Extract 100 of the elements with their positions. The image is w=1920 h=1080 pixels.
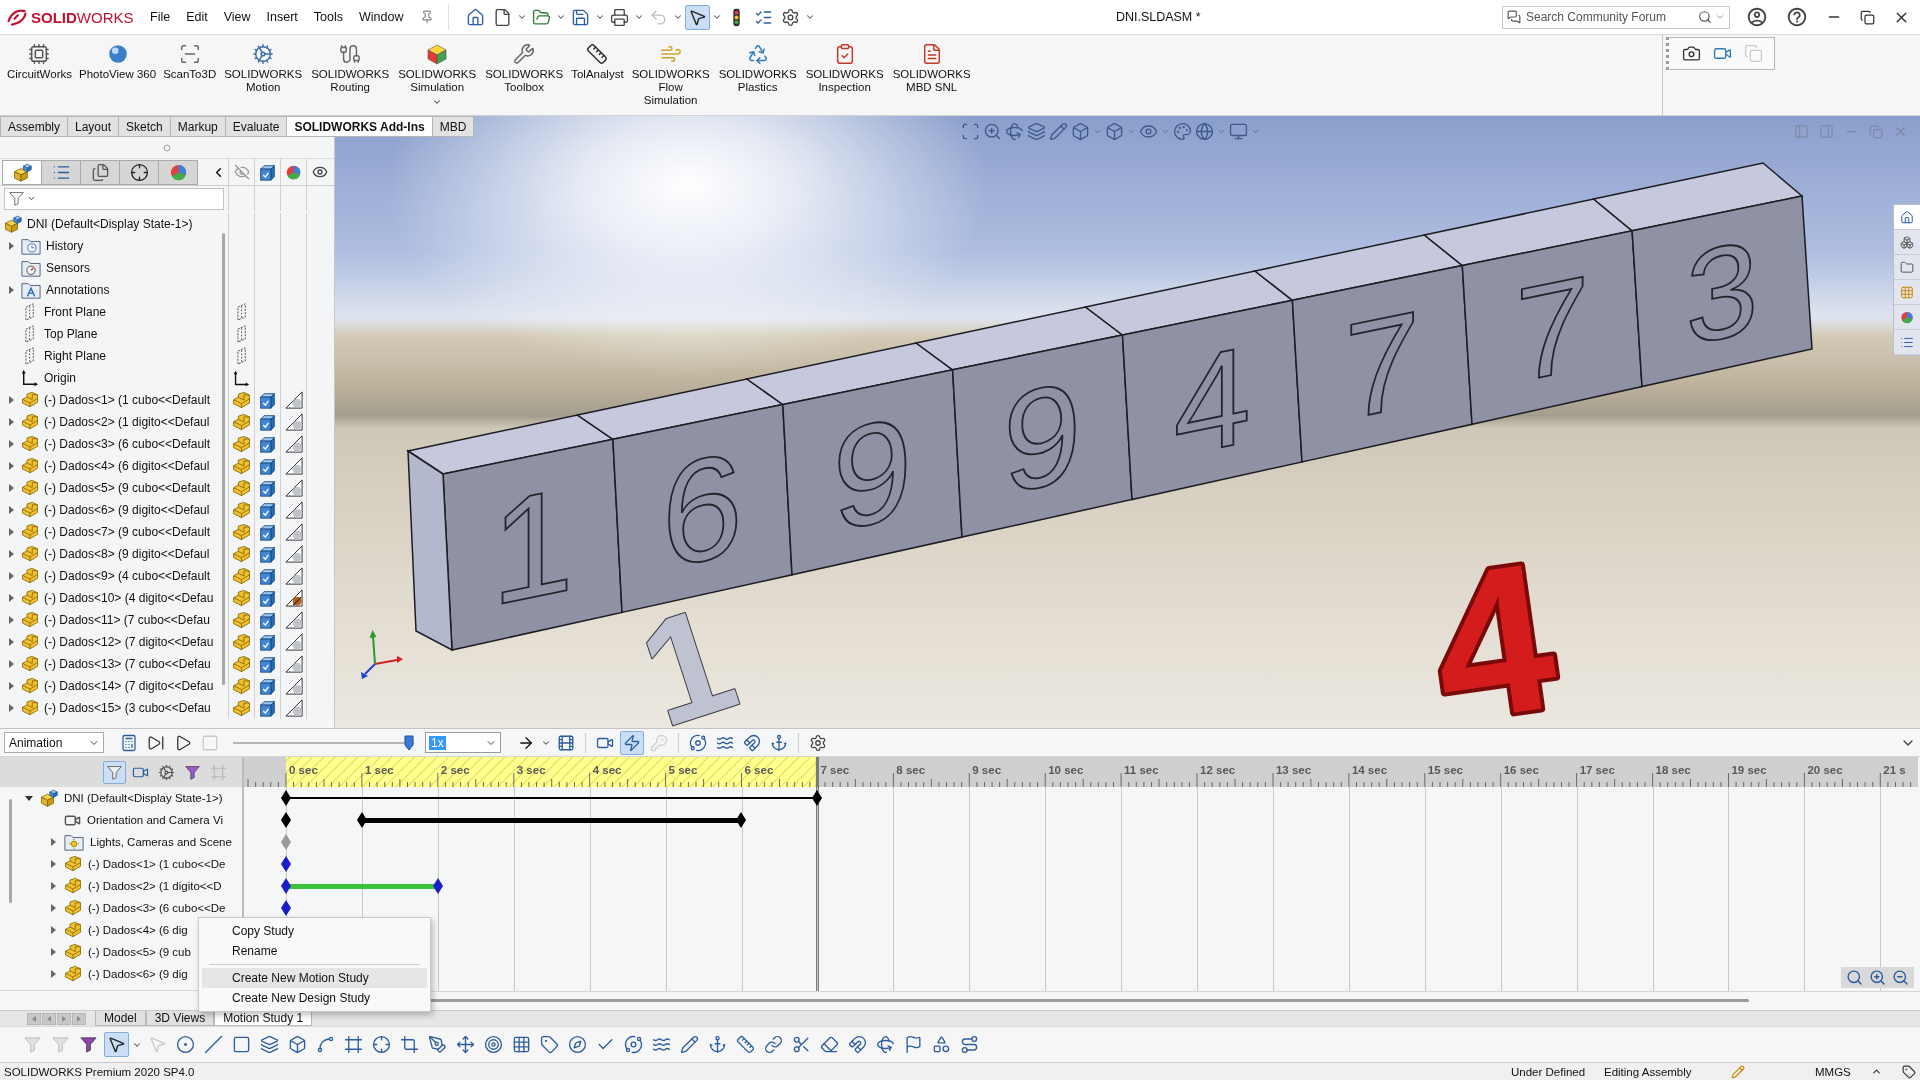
ribbon-command[interactable]: SOLIDWORKS Motion: [220, 41, 307, 96]
save-icon[interactable]: [570, 7, 590, 27]
key-point[interactable]: [281, 900, 291, 916]
expand-arrow-icon[interactable]: [48, 859, 58, 869]
study-tab[interactable]: 3D Views: [145, 1011, 215, 1026]
manager-tab[interactable]: [119, 159, 159, 185]
tree-item[interactable]: (-) Dados<4> (6 dig: [88, 924, 188, 936]
tree-item[interactable]: Lights, Cameras and Scene: [90, 836, 232, 848]
key-point[interactable]: [432, 878, 443, 894]
ribbon-command[interactable]: TolAnalyst: [568, 41, 627, 83]
gear-icon[interactable]: [158, 763, 175, 781]
waves-icon[interactable]: [652, 1035, 671, 1054]
menu-item[interactable]: Tools: [305, 10, 352, 24]
key-point[interactable]: [736, 812, 747, 828]
menu-item[interactable]: Create New Motion Study: [202, 968, 427, 988]
target-icon[interactable]: [484, 1035, 503, 1054]
menu-item[interactable]: Edit: [178, 10, 216, 24]
cube-icon[interactable]: [1105, 122, 1124, 141]
tree-item[interactable]: (-) Dados<6> (9 dig: [88, 968, 188, 980]
caret-icon[interactable]: [594, 12, 605, 22]
restore-icon[interactable]: [1860, 9, 1875, 25]
command-tab[interactable]: Sketch: [119, 116, 171, 137]
palette-icon[interactable]: [1173, 122, 1192, 141]
crop-icon[interactable]: [400, 1035, 419, 1054]
layers-icon[interactable]: [260, 1035, 279, 1054]
expand-arrow-icon[interactable]: [6, 615, 16, 625]
expand-arrow-icon[interactable]: [6, 637, 16, 647]
tree-item[interactable]: (-) Dados<1> (1 cubo<<De: [88, 858, 226, 870]
expand-arrow-icon[interactable]: [48, 947, 58, 957]
settings-icon[interactable]: [809, 733, 827, 752]
tree-item[interactable]: Sensors: [46, 261, 91, 275]
command-tab[interactable]: SOLIDWORKS Add-Ins: [287, 116, 433, 137]
ribbon-command[interactable]: PhotoView 360: [75, 41, 160, 83]
caret-icon[interactable]: [633, 12, 644, 22]
tree-item[interactable]: (-) Dados<11> (7 cubo<<Defau: [44, 613, 210, 627]
key-point[interactable]: [281, 790, 291, 806]
ribbon-command[interactable]: ScanTo3D: [160, 41, 220, 83]
ribbon-command[interactable]: SOLIDWORKS MBD SNL: [888, 41, 975, 96]
expand-arrow-icon[interactable]: [6, 703, 16, 713]
tree-item[interactable]: (-) Dados<10> (4 digito<<Defau: [44, 591, 214, 605]
caret-icon[interactable]: [711, 12, 722, 22]
tree-item[interactable]: Origin: [44, 371, 76, 385]
key-point[interactable]: [356, 812, 367, 828]
spline-icon[interactable]: [316, 1035, 335, 1054]
zoom-out-icon[interactable]: [1892, 969, 1909, 986]
cube-icon[interactable]: [259, 163, 276, 181]
globe-icon[interactable]: [1195, 122, 1214, 141]
point-icon[interactable]: [176, 1035, 195, 1054]
orbit-icon[interactable]: [689, 733, 707, 752]
tree-item[interactable]: (-) Dados<9> (4 cubo<<Default: [44, 569, 211, 583]
anchor-icon[interactable]: [708, 1035, 727, 1054]
tree-item[interactable]: (-) Dados<2> (1 digito<<Defaul: [44, 415, 210, 429]
skip-forward-icon[interactable]: [147, 733, 165, 752]
layers-icon[interactable]: [1027, 122, 1046, 141]
filter-field[interactable]: [4, 187, 224, 210]
expand-arrow-icon[interactable]: [6, 659, 16, 669]
ribbon-command[interactable]: SOLIDWORKS Flow Simulation: [627, 41, 714, 109]
tree-item[interactable]: Orientation and Camera Vi: [87, 814, 223, 826]
tree-item[interactable]: Annotations: [46, 283, 110, 297]
caret-icon[interactable]: [672, 12, 683, 22]
play-icon[interactable]: [174, 733, 192, 752]
ribbon-command[interactable]: SOLIDWORKS Simulation: [394, 41, 481, 109]
lightning-button[interactable]: [620, 730, 644, 755]
scroll-right-icon[interactable]: [57, 1012, 71, 1025]
expand-arrow-icon[interactable]: [6, 285, 16, 295]
menu-item[interactable]: View: [215, 10, 259, 24]
home-icon[interactable]: [465, 7, 485, 27]
scissors-icon[interactable]: [792, 1035, 811, 1054]
ribbon-command[interactable]: CircuitWorks: [4, 41, 75, 83]
tree-item[interactable]: (-) Dados<8> (9 digito<<Defaul: [44, 547, 210, 561]
scan-icon[interactable]: [961, 122, 980, 141]
expand-arrow-icon[interactable]: [6, 681, 16, 691]
command-tab[interactable]: Markup: [170, 116, 226, 137]
ribbon-command[interactable]: SOLIDWORKS Inspection: [801, 41, 888, 96]
tree-item[interactable]: DNI (Default<Display State-1>): [64, 792, 223, 804]
pin-icon[interactable]: [419, 10, 434, 24]
study-tab[interactable]: Model: [95, 1011, 146, 1026]
tree-item[interactable]: (-) Dados<4> (6 digito<<Defaul: [44, 459, 210, 473]
move-icon[interactable]: [456, 1035, 475, 1054]
tree-item[interactable]: Front Plane: [44, 305, 107, 319]
scroll-left-icon[interactable]: [27, 1012, 41, 1025]
expand-arrow-icon[interactable]: [6, 483, 16, 493]
filter-icon[interactable]: [79, 1035, 98, 1054]
expand-arrow-icon[interactable]: [6, 505, 16, 515]
rotate-icon[interactable]: [876, 1035, 895, 1054]
study-type-select[interactable]: Animation: [4, 732, 104, 753]
cube-icon[interactable]: [288, 1035, 307, 1054]
menu-item[interactable]: Window: [351, 10, 412, 24]
menu-item[interactable]: File: [142, 10, 179, 24]
tree-item[interactable]: (-) Dados<5> (9 cub: [88, 946, 191, 958]
expand-arrow-icon[interactable]: [6, 461, 16, 471]
frame-icon[interactable]: [344, 1035, 363, 1054]
ribbon-command[interactable]: SOLIDWORKS Routing: [307, 41, 394, 96]
caret-icon[interactable]: [555, 12, 566, 22]
grip-icon[interactable]: [163, 143, 171, 152]
tree-item[interactable]: Top Plane: [44, 327, 98, 341]
settings-icon[interactable]: [780, 7, 800, 27]
collapse-arrow-icon[interactable]: [24, 793, 34, 803]
tree-item[interactable]: (-) Dados<12> (7 digito<<Defau: [44, 635, 214, 649]
zoom-in-icon[interactable]: [1869, 969, 1886, 986]
